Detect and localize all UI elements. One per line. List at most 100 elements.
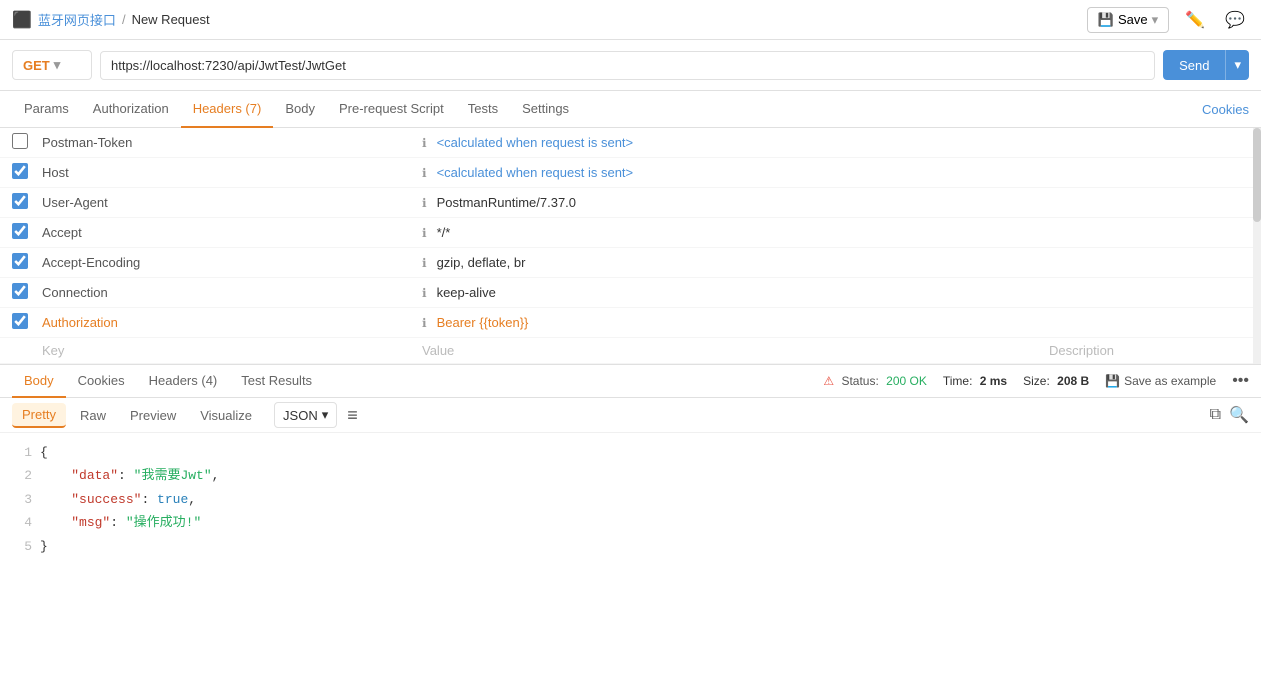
method-select[interactable]: GET ▾ — [12, 50, 92, 80]
row-6-info-icon: ℹ — [422, 286, 427, 300]
header-row: Accept-Encoding ℹ gzip, deflate, br — [0, 248, 1261, 278]
format-tab-visualize[interactable]: Visualize — [190, 404, 262, 427]
send-button[interactable]: Send ▾ — [1163, 50, 1249, 80]
tab-pre-request[interactable]: Pre-request Script — [327, 91, 456, 128]
tab-tests[interactable]: Tests — [456, 91, 510, 128]
format-tab-pretty[interactable]: Pretty — [12, 403, 66, 428]
edit-button[interactable]: ✏️ — [1181, 6, 1209, 34]
row-2-info-icon: ℹ — [422, 166, 427, 180]
response-tab-body[interactable]: Body — [12, 365, 66, 398]
app-icon: ⬛ — [12, 10, 32, 30]
copy-button[interactable]: ⧉ — [1210, 405, 1221, 425]
breadcrumb-separator: / — [122, 12, 126, 27]
json-content: "success": true, — [40, 488, 196, 511]
header-row-authorization: Authorization ℹ Bearer {{token}} — [0, 308, 1261, 338]
breadcrumb: ⬛ 蓝牙网页接口 / New Request — [12, 10, 210, 30]
save-button[interactable]: 💾 Save ▾ — [1087, 7, 1169, 33]
json-colon: : — [110, 515, 126, 530]
row-5-checkbox[interactable] — [12, 253, 28, 269]
header-row: Accept ℹ */* — [0, 218, 1261, 248]
save-label: Save — [1118, 12, 1148, 27]
row-7-value: Bearer {{token}} — [437, 315, 1249, 330]
header-row: User-Agent ℹ PostmanRuntime/7.37.0 — [0, 188, 1261, 218]
url-bar: GET ▾ Send ▾ — [0, 40, 1261, 91]
tab-body[interactable]: Body — [273, 91, 327, 128]
headers-area: Postman-Token ℹ <calculated when request… — [0, 128, 1261, 364]
tab-settings[interactable]: Settings — [510, 91, 581, 128]
json-line-5: 5 } — [12, 535, 1249, 558]
breadcrumb-parent[interactable]: 蓝牙网页接口 — [38, 10, 116, 29]
json-dropdown-icon: ▾ — [322, 407, 329, 423]
row-3-checkbox[interactable] — [12, 193, 28, 209]
row-6-checkbox[interactable] — [12, 283, 28, 299]
format-actions: ⧉ 🔍 — [1210, 405, 1249, 425]
row-1-key: Postman-Token — [42, 135, 422, 150]
row-4-value: */* — [437, 225, 1249, 240]
row-4-checkbox[interactable] — [12, 223, 28, 239]
row-5-key: Accept-Encoding — [42, 255, 422, 270]
json-string: "操作成功!" — [126, 515, 201, 530]
row-3-info-icon: ℹ — [422, 196, 427, 210]
send-dropdown-icon[interactable]: ▾ — [1225, 50, 1249, 80]
json-string: "我需要Jwt" — [134, 468, 212, 483]
save-example-label: Save as example — [1124, 374, 1216, 388]
row-7-checkbox[interactable] — [12, 313, 28, 329]
json-line-2: 2 "data": "我需要Jwt", — [12, 464, 1249, 487]
row-7-key: Authorization — [42, 315, 422, 330]
tab-headers[interactable]: Headers (7) — [181, 91, 274, 128]
breadcrumb-area: ⬛ 蓝牙网页接口 / New Request — [12, 10, 210, 30]
response-tab-test-results[interactable]: Test Results — [229, 365, 324, 398]
json-content: "msg": "操作成功!" — [40, 511, 201, 534]
cookies-link[interactable]: Cookies — [1202, 102, 1249, 117]
more-options-button[interactable]: ••• — [1232, 372, 1249, 390]
tab-params[interactable]: Params — [12, 91, 81, 128]
json-brace-close: } — [40, 535, 48, 558]
wrap-button[interactable]: ≡ — [347, 405, 358, 426]
desc-placeholder: Description — [1049, 343, 1249, 358]
row-7-info-icon: ℹ — [422, 316, 427, 330]
row-5-info-icon: ℹ — [422, 256, 427, 270]
checkbox-cell — [12, 313, 42, 332]
key-placeholder: Key — [42, 343, 422, 358]
search-button[interactable]: 🔍 — [1229, 405, 1249, 425]
row-4-info-icon: ℹ — [422, 226, 427, 240]
comment-button[interactable]: 💬 — [1221, 6, 1249, 34]
header-row: Host ℹ <calculated when request is sent> — [0, 158, 1261, 188]
status-value: 200 OK — [886, 374, 927, 388]
line-number: 3 — [12, 488, 32, 511]
line-number: 1 — [12, 441, 32, 464]
response-tab-headers[interactable]: Headers (4) — [137, 365, 230, 398]
send-label: Send — [1163, 51, 1225, 80]
json-line-4: 4 "msg": "操作成功!" — [12, 511, 1249, 534]
row-3-key: User-Agent — [42, 195, 422, 210]
scrollbar-thumb — [1253, 128, 1261, 222]
status-text: Status: 200 OK — [841, 374, 926, 388]
time-value: 2 ms — [980, 374, 1007, 388]
format-bar: Pretty Raw Preview Visualize JSON ▾ ≡ ⧉ … — [0, 398, 1261, 433]
response-tab-cookies[interactable]: Cookies — [66, 365, 137, 398]
row-1-checkbox[interactable] — [12, 133, 28, 149]
checkbox-cell — [12, 223, 42, 242]
row-2-checkbox[interactable] — [12, 163, 28, 179]
top-bar: ⬛ 蓝牙网页接口 / New Request 💾 Save ▾ ✏️ 💬 — [0, 0, 1261, 40]
format-tab-raw[interactable]: Raw — [70, 404, 116, 427]
json-key: "msg" — [71, 515, 110, 530]
header-row: Postman-Token ℹ <calculated when request… — [0, 128, 1261, 158]
row-4-key: Accept — [42, 225, 422, 240]
url-input[interactable] — [100, 51, 1155, 80]
row-6-value: keep-alive — [437, 285, 1249, 300]
checkbox-cell — [12, 193, 42, 212]
json-content: "data": "我需要Jwt", — [40, 464, 219, 487]
tab-authorization[interactable]: Authorization — [81, 91, 181, 128]
checkbox-cell — [12, 163, 42, 182]
format-json-select[interactable]: JSON ▾ — [274, 402, 337, 428]
size-meta: Size: 208 B — [1023, 374, 1089, 388]
header-row: Connection ℹ keep-alive — [0, 278, 1261, 308]
checkbox-cell — [12, 283, 42, 302]
status-icon: ⚠ — [823, 374, 834, 388]
save-example-button[interactable]: 💾 Save as example — [1105, 374, 1216, 388]
row-3-value: PostmanRuntime/7.37.0 — [437, 195, 1249, 210]
line-number: 2 — [12, 464, 32, 487]
format-tab-preview[interactable]: Preview — [120, 404, 186, 427]
json-bool: true — [157, 492, 188, 507]
